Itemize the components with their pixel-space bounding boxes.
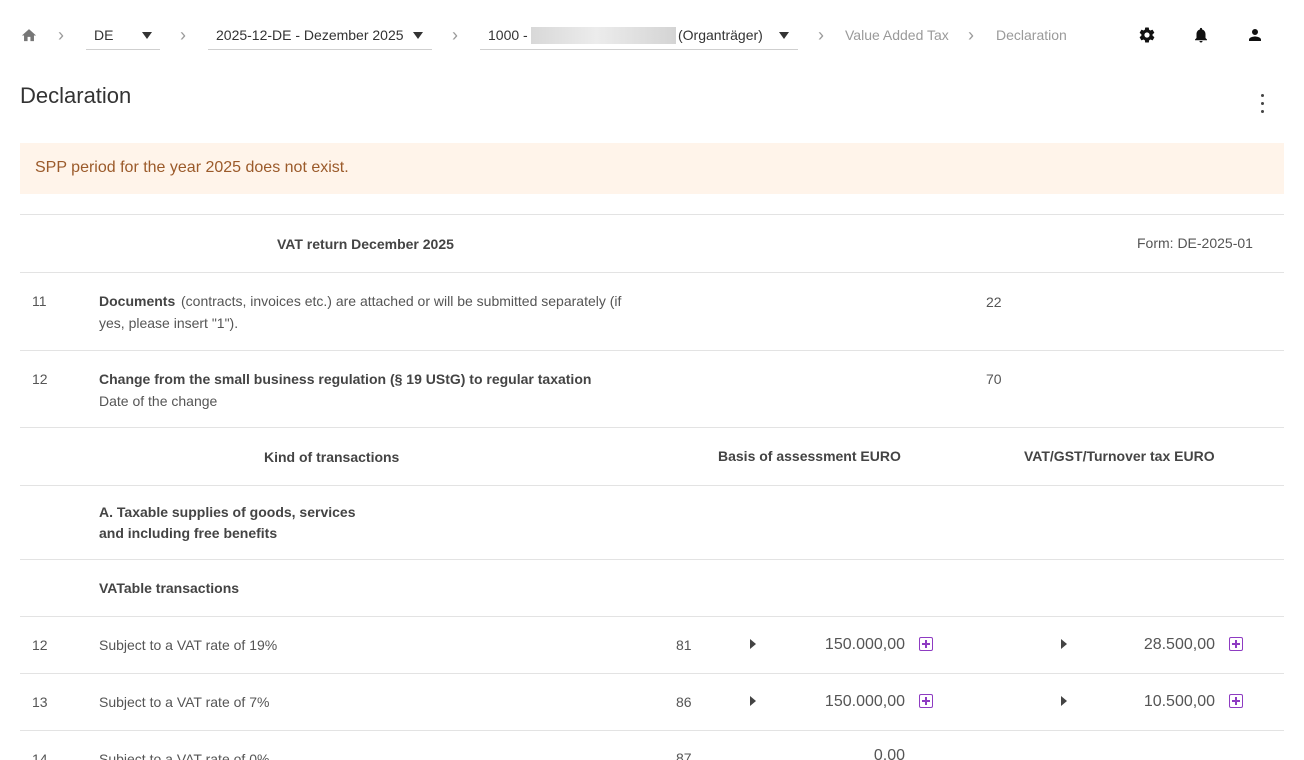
column-header-basis: Basis of assessment EURO [718,448,901,464]
divider [20,427,1284,428]
subsection-heading: VATable transactions [99,580,240,596]
chevron-right-icon: › [180,25,186,45]
entity-code: 1000 - [488,27,528,43]
section-heading: A. Taxable supplies of goods, services [99,504,356,520]
vat-amount: 28.500,00 [1143,636,1215,653]
plus-square-icon[interactable] [919,694,933,708]
page-title: Declaration [20,83,132,108]
country-select[interactable]: DE [86,22,160,50]
plus-square-icon[interactable] [919,637,933,651]
country-select-value: DE [94,27,114,43]
bell-icon[interactable] [1192,26,1210,44]
table-row: 13 Subject to a VAT rate of 7% 86 150.00… [0,674,1304,730]
period-select[interactable]: 2025-12-DE - Dezember 2025 [208,22,432,50]
plus-square-icon[interactable] [1229,637,1243,651]
column-header-kind: Kind of transactions [264,449,400,465]
crumb-vat[interactable]: Value Added Tax [845,27,949,43]
row-label-cont: yes, please insert "1"). [99,315,239,331]
divider [20,214,1284,215]
table-row: 12 Subject to a VAT rate of 19% 81 150.0… [0,617,1304,673]
alert-banner: SPP period for the year 2025 does not ex… [20,143,1284,194]
line-number: 12 [32,637,48,653]
expand-triangle-icon[interactable] [1061,696,1067,706]
vat-amount: 10.500,00 [1143,693,1215,710]
field-code: 22 [986,294,1002,310]
chevron-down-icon [779,32,789,39]
user-icon[interactable] [1246,26,1264,44]
row-label: Subject to a VAT rate of 0% [99,751,270,760]
basis-amount: 0,00 [873,747,905,760]
row-label-sub: Date of the change [99,393,218,409]
column-header-vat: VAT/GST/Turnover tax EURO [1024,448,1215,464]
line-number: 11 [32,293,47,309]
row-label: Subject to a VAT rate of 19% [99,637,278,653]
row-label-bold: Documents [99,293,176,309]
chevron-right-icon: › [58,25,64,45]
field-code: 81 [676,637,692,653]
entity-suffix: (Organträger) [678,27,763,43]
breadcrumb: › DE › 2025-12-DE - Dezember 2025 › 1000… [0,0,1304,60]
crumb-declaration: Declaration [996,27,1067,43]
field-code: 87 [676,750,692,760]
expand-triangle-icon[interactable] [750,639,756,649]
form-row-change: 12 Change from the small business regula… [0,351,1304,427]
chevron-right-icon: › [452,25,458,45]
expand-triangle-icon[interactable] [1061,639,1067,649]
alert-message: SPP period for the year 2025 does not ex… [35,159,349,176]
form-id: Form: DE-2025-01 [1137,235,1253,251]
table-row: 14 Subject to a VAT rate of 0% 87 0,00 [0,731,1304,760]
chevron-down-icon [142,32,152,39]
entity-select[interactable]: 1000 - (Organträger) [480,22,798,50]
row-label: Subject to a VAT rate of 7% [99,694,270,710]
gear-icon[interactable] [1138,26,1156,44]
redacted-entity-name [531,27,676,44]
chevron-right-icon: › [968,25,974,45]
form-row-documents: 11 Documents (contracts, invoices etc.) … [0,273,1304,350]
line-number: 12 [32,371,48,387]
home-icon[interactable] [20,27,38,44]
period-select-value: 2025-12-DE - Dezember 2025 [216,27,404,43]
section-heading-cont: and including free benefits [99,525,278,541]
plus-square-icon[interactable] [1229,694,1243,708]
more-vertical-icon[interactable] [1254,93,1272,119]
divider [20,485,1284,486]
chevron-right-icon: › [818,25,824,45]
expand-triangle-icon[interactable] [750,696,756,706]
line-number: 14 [32,751,48,760]
line-number: 13 [32,694,48,710]
field-code: 70 [986,371,1002,387]
divider [20,559,1284,560]
row-label: (contracts, invoices etc.) are attached … [181,293,622,309]
basis-amount: 150.000,00 [824,636,905,653]
row-label-bold: Change from the small business regulatio… [99,371,592,387]
chevron-down-icon [413,32,423,39]
form-title: VAT return December 2025 [277,236,454,252]
basis-amount: 150.000,00 [824,693,905,710]
field-code: 86 [676,694,692,710]
